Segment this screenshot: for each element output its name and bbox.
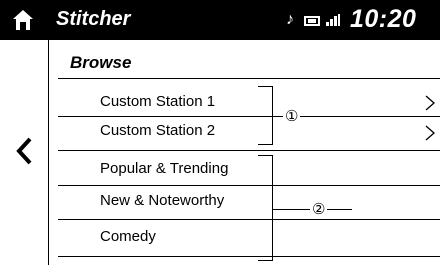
chevron-right-icon — [425, 95, 435, 111]
music-note-icon: ♪ — [286, 11, 294, 28]
home-button[interactable] — [0, 0, 48, 40]
divider — [58, 185, 440, 186]
callout-label-1: ① — [283, 107, 301, 125]
battery-icon — [304, 16, 320, 26]
list-item-label: Comedy — [100, 228, 156, 245]
app-title: Stitcher — [56, 8, 131, 30]
status-bar: Stitcher ♪ 10:20 — [0, 0, 440, 40]
callout-label-2: ② — [310, 200, 328, 218]
list-item-label: Custom Station 1 — [100, 93, 216, 110]
callout-bracket-1 — [258, 86, 273, 145]
chevron-left-icon — [16, 137, 32, 165]
callout-bracket-2 — [258, 155, 273, 261]
divider — [58, 256, 440, 257]
divider — [58, 219, 440, 220]
back-button[interactable] — [0, 40, 49, 265]
divider — [58, 78, 440, 79]
home-icon — [13, 10, 33, 30]
clock: 10:20 — [350, 5, 417, 33]
list-item-label: Custom Station 2 — [100, 122, 216, 139]
chevron-right-icon — [425, 125, 435, 141]
signal-icon — [326, 14, 340, 26]
list-title: Browse — [70, 53, 132, 72]
list-item-label: Popular & Trending — [100, 160, 229, 177]
list-item-label: New & Noteworthy — [100, 192, 225, 209]
divider — [58, 150, 440, 151]
divider — [58, 116, 440, 117]
